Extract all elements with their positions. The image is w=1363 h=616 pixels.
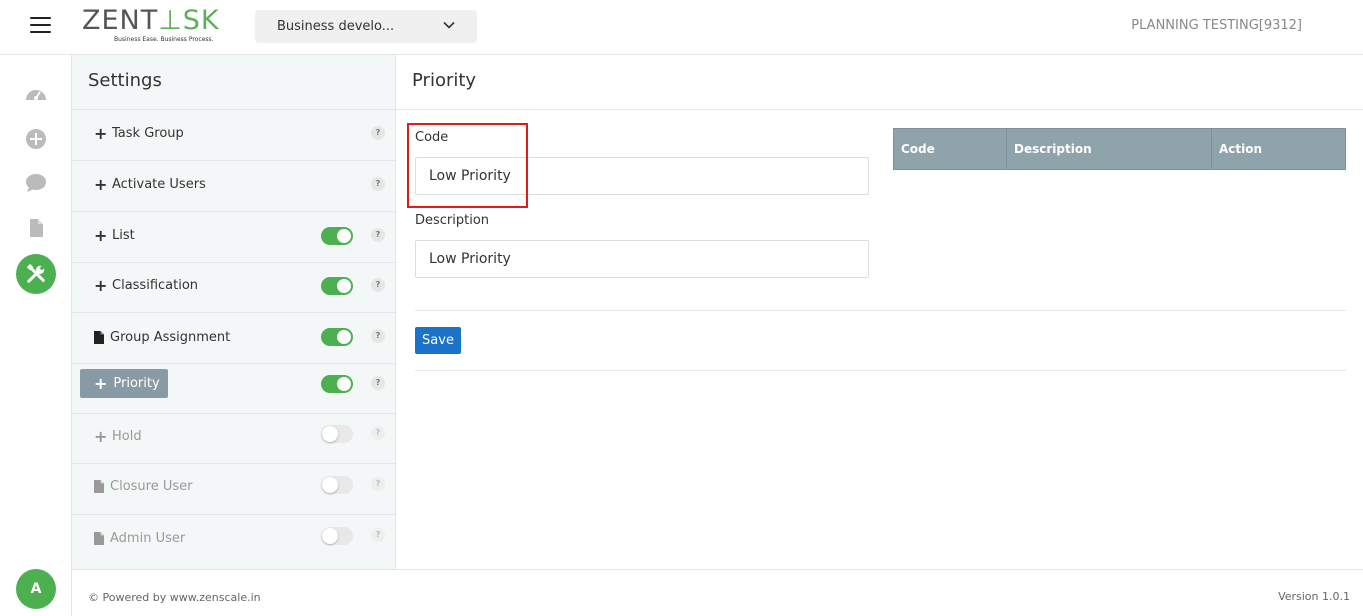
column-header-description[interactable]: Description [1007,129,1212,169]
highlight-box [407,123,528,208]
plus-icon: + [94,123,108,143]
page-title: Priority [396,55,1363,110]
help-icon[interactable]: ? [371,329,385,343]
group-assignment-toggle[interactable] [321,328,353,346]
settings-item-closure-user: Closure User ? [72,464,396,515]
description-label: Description [415,213,490,228]
help-icon[interactable]: ? [371,126,385,140]
help-icon[interactable]: ? [371,477,385,491]
classification-toggle[interactable] [321,277,353,295]
list-toggle[interactable] [321,227,353,245]
priority-table-header: Code Description Action [893,128,1346,170]
project-select[interactable]: Business develo... [255,10,477,43]
settings-item-priority: + Priority ? [72,364,396,414]
plus-icon: + [94,174,108,194]
tools-icon [26,263,45,283]
settings-item-list-link[interactable]: + List [94,225,135,245]
settings-item-list: + List ? [72,212,396,263]
document-icon [94,532,104,545]
settings-item-group-assignment: Group Assignment ? [72,313,396,364]
settings-item-hold-link[interactable]: + Hold [94,426,142,446]
help-icon[interactable]: ? [371,228,385,242]
plus-icon: + [94,426,108,446]
settings-item-closure-user-link[interactable]: Closure User [94,479,192,494]
chat-icon[interactable] [24,171,48,195]
logo-tagline: Business Ease. Business Process. [114,36,214,43]
settings-item-admin-user: Admin User ? [72,515,396,569]
settings-item-priority-link[interactable]: + Priority [80,369,168,398]
settings-item-admin-user-link[interactable]: Admin User [94,531,185,546]
avatar[interactable]: A [16,569,56,609]
settings-item-task-group: + Task Group ? [72,110,396,161]
settings-item-activate-users-link[interactable]: + Activate Users [94,174,206,194]
column-header-code[interactable]: Code [894,129,1007,169]
closure-user-toggle[interactable] [321,476,353,494]
plus-icon: + [94,275,108,295]
divider [415,310,1346,311]
settings-panel: Settings + Task Group ? + Activate Users… [72,55,396,569]
project-select-value: Business develo... [277,19,395,34]
settings-item-group-assignment-link[interactable]: Group Assignment [94,330,230,345]
admin-user-toggle[interactable] [321,527,353,545]
save-button[interactable]: Save [415,327,461,354]
settings-item-classification-link[interactable]: + Classification [94,275,198,295]
description-input[interactable] [415,240,869,278]
document-icon[interactable] [24,216,48,240]
plus-icon: + [94,225,108,245]
top-header: ZENT⊥SK Business Ease. Business Process.… [0,0,1363,55]
user-name[interactable]: PLANNING TESTING[9312] [1131,18,1302,33]
hamburger-menu-icon[interactable] [30,17,51,34]
hold-toggle[interactable] [321,425,353,443]
plus-icon: + [94,374,108,393]
chevron-down-icon [443,21,455,29]
settings-item-classification: + Classification ? [72,263,396,313]
dashboard-icon[interactable] [24,82,48,106]
settings-item-task-group-link[interactable]: + Task Group [94,123,184,143]
app-logo[interactable]: ZENT⊥SK Business Ease. Business Process. [82,6,222,46]
icon-rail: A [0,55,72,616]
priority-toggle[interactable] [321,375,353,393]
settings-item-hold: + Hold ? [72,414,396,464]
version-text: Version 1.0.1 [1278,590,1350,603]
help-icon[interactable]: ? [371,376,385,390]
column-header-action[interactable]: Action [1212,129,1345,169]
settings-tools-button[interactable] [16,254,56,294]
footer: © Powered by www.zenscale.in Version 1.0… [72,569,1363,616]
document-icon [94,331,104,344]
document-icon [94,480,104,493]
settings-item-activate-users: + Activate Users ? [72,161,396,212]
powered-by-link[interactable]: © Powered by www.zenscale.in [88,591,261,604]
divider [415,370,1346,371]
settings-title: Settings [72,55,395,110]
help-icon[interactable]: ? [371,177,385,191]
help-icon[interactable]: ? [371,426,385,440]
main-content: Priority Code Description Save Code Desc… [396,55,1363,569]
add-icon[interactable] [24,127,48,151]
help-icon[interactable]: ? [371,278,385,292]
help-icon[interactable]: ? [371,528,385,542]
